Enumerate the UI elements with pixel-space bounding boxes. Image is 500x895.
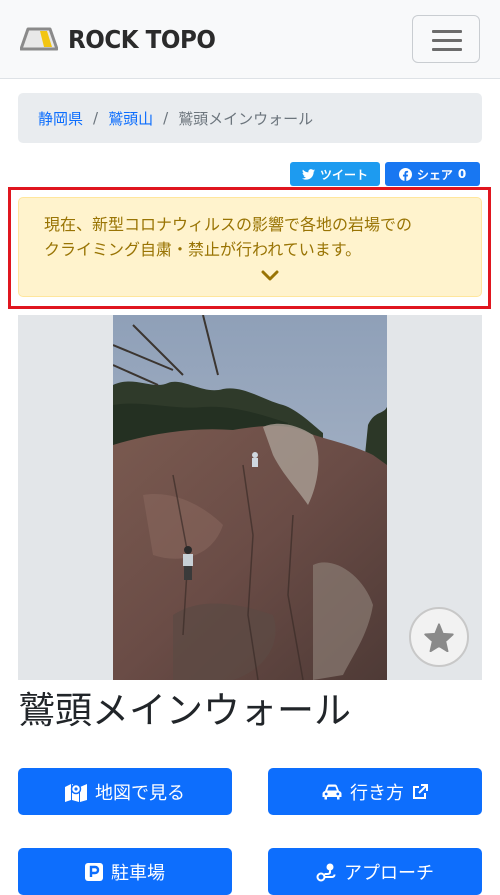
approach-label: アプローチ bbox=[344, 862, 434, 884]
twitter-bird-icon bbox=[301, 168, 315, 180]
breadcrumb: 静岡県 / 鷲頭山 / 鷲頭メインウォール bbox=[18, 93, 482, 143]
navbar: ROCK TOPO bbox=[0, 0, 500, 79]
tweet-label: ツイート bbox=[319, 167, 368, 182]
hamburger-menu-icon bbox=[432, 30, 462, 33]
breadcrumb-separator: / bbox=[93, 109, 99, 127]
crag-photo-image bbox=[113, 315, 387, 680]
facebook-share-label: シェア bbox=[416, 167, 453, 182]
covid-alert[interactable]: 現在、新型コロナウィルスの影響で各地の岩場での クライミング自粛・禁止が行われて… bbox=[18, 197, 482, 297]
hamburger-menu-button[interactable] bbox=[412, 15, 480, 63]
parking-button[interactable]: 駐車場 bbox=[18, 848, 232, 895]
breadcrumb-link-area[interactable]: 鷲頭山 bbox=[108, 108, 153, 129]
facebook-share-count: 0 bbox=[457, 167, 467, 181]
map-marker-icon bbox=[65, 783, 87, 802]
external-link-icon bbox=[413, 783, 428, 799]
view-map-button[interactable]: 地図で見る bbox=[18, 768, 232, 815]
star-icon bbox=[424, 622, 454, 652]
brand-name: ROCK TOPO bbox=[68, 24, 216, 54]
favorite-button[interactable] bbox=[409, 607, 469, 667]
breadcrumb-current: 鷲頭メインウォール bbox=[178, 109, 314, 128]
parking-label: 駐車場 bbox=[111, 862, 165, 884]
parking-icon bbox=[85, 862, 103, 881]
facebook-share-button[interactable]: シェア 0 bbox=[385, 162, 480, 186]
alert-line-1: 現在、新型コロナウィルスの影響で各地の岩場での bbox=[44, 215, 413, 234]
directions-button[interactable]: 行き方 bbox=[268, 768, 482, 815]
breadcrumb-link-prefecture[interactable]: 静岡県 bbox=[38, 108, 83, 129]
chevron-down-icon[interactable] bbox=[261, 270, 279, 282]
alert-line-2: クライミング自粛・禁止が行われています。 bbox=[44, 240, 362, 259]
approach-button[interactable]: アプローチ bbox=[268, 848, 482, 895]
tweet-button[interactable]: ツイート bbox=[290, 162, 380, 186]
view-map-label: 地図で見る bbox=[95, 782, 185, 804]
directions-label: 行き方 bbox=[350, 782, 404, 804]
breadcrumb-separator: / bbox=[163, 109, 169, 127]
car-icon bbox=[322, 784, 342, 799]
page-title: 鷲頭メインウォール bbox=[18, 689, 351, 732]
mountain-logo-icon bbox=[20, 27, 58, 51]
route-icon bbox=[316, 863, 336, 881]
facebook-icon bbox=[398, 167, 412, 181]
crag-photo[interactable] bbox=[113, 315, 387, 680]
brand-link[interactable]: ROCK TOPO bbox=[20, 21, 228, 57]
